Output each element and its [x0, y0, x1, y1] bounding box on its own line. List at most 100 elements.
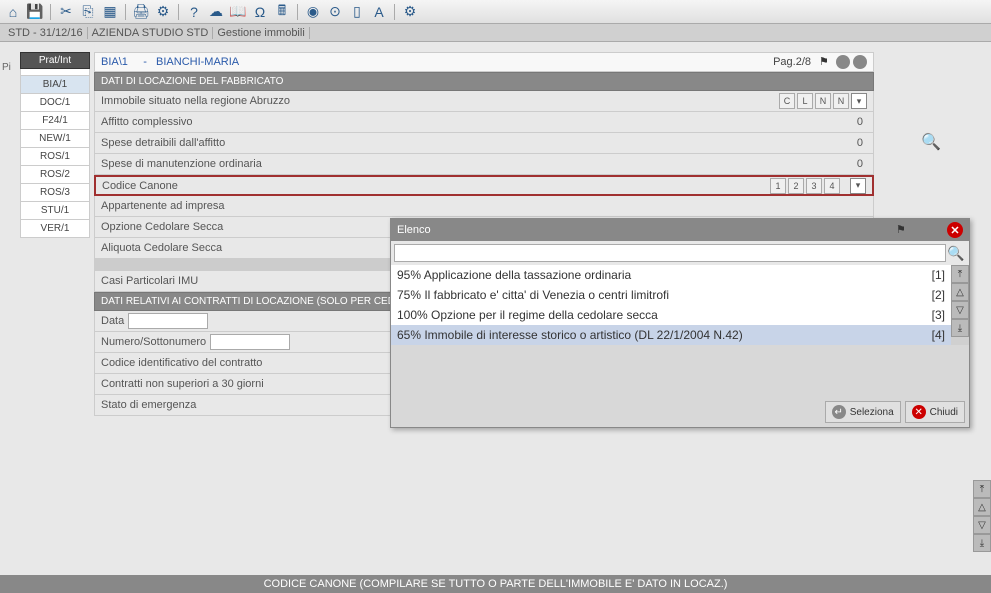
scroll-top-icon[interactable]: ⤒ [951, 265, 969, 283]
popup-item-4[interactable]: 65% Immobile di interesse storico o arti… [391, 325, 951, 345]
status-bar: CODICE CANONE (COMPILARE SE TUTTO O PART… [0, 575, 991, 593]
top-search-icon[interactable]: 🔍 [921, 132, 941, 152]
cell-n[interactable]: N [815, 93, 831, 109]
pin-icon[interactable]: ⚑ [819, 55, 833, 69]
cell-l[interactable]: L [797, 93, 813, 109]
client-name: BIANCHI-MARIA [156, 56, 239, 68]
section1-title: DATI DI LOCAZIONE DEL FABBRICATO [94, 72, 874, 91]
print-icon[interactable]: 🖨 [132, 3, 150, 21]
row-canone: Codice Canone 1 2 3 4 ▾ [94, 175, 874, 196]
client-sep: - [143, 56, 147, 68]
sidebar-item-bia1[interactable]: BIA/1 [20, 76, 90, 94]
elenco-popup: Elenco ⚑ ✕ 🔍 95% Applicazione della tass… [390, 218, 970, 428]
popup-item-3[interactable]: 100% Opzione per il regime della cedolar… [391, 305, 951, 325]
popup-close-icon[interactable]: ✕ [947, 222, 963, 238]
popup-pin-icon[interactable]: ⚑ [896, 223, 910, 237]
circle2-icon[interactable] [853, 55, 867, 69]
cell-n2[interactable]: N [833, 93, 849, 109]
scroll-bottom-icon[interactable]: ⤓ [951, 319, 969, 337]
breadcrumb-module: Gestione immobili [213, 27, 309, 39]
return-icon: ↵ [832, 405, 846, 419]
main-toolbar: ⌂ 💾 ✂ ⎘ ▦ 🖨 ⚙ ? ☁ 📖 Ω 🖩 ◉ ⊙ ▯ A ⚙ [0, 0, 991, 24]
client-code: BIA\1 [101, 56, 128, 68]
popup-search-input[interactable] [394, 244, 946, 262]
spese-man-value[interactable]: 0 [807, 158, 867, 170]
tool-icon[interactable]: ⚙ [154, 3, 172, 21]
popup-item-2[interactable]: 75% Il fabbricato e' citta' di Venezia o… [391, 285, 951, 305]
numero-input[interactable] [210, 334, 290, 350]
sidebar-item-stu1[interactable]: STU/1 [20, 202, 90, 220]
popup-item-1[interactable]: 95% Applicazione della tassazione ordina… [391, 265, 951, 285]
sidebar-item-ros1[interactable]: ROS/1 [20, 148, 90, 166]
breadcrumb: STD - 31/12/16 AZIENDA STUDIO STD Gestio… [0, 24, 991, 42]
a-icon[interactable]: A [370, 3, 388, 21]
calc-icon[interactable]: 🖩 [273, 3, 291, 21]
spese-man-label: Spese di manutenzione ordinaria [101, 158, 807, 170]
canone-3[interactable]: 3 [806, 178, 822, 194]
data-input[interactable] [128, 313, 208, 329]
sidebar-item-ros3[interactable]: ROS/3 [20, 184, 90, 202]
seleziona-button[interactable]: ↵ Seleziona [825, 401, 901, 423]
paste-icon[interactable]: ▦ [101, 3, 119, 21]
pi-label: Pi [2, 62, 11, 73]
omega-icon[interactable]: Ω [251, 3, 269, 21]
canone-4[interactable]: 4 [824, 178, 840, 194]
spese-det-label: Spese detraibili dall'affitto [101, 137, 807, 149]
scroll-up-icon[interactable]: △ [951, 283, 969, 301]
sidebar-item-ver1[interactable]: VER/1 [20, 220, 90, 238]
canone-1[interactable]: 1 [770, 178, 786, 194]
cell-c[interactable]: C [779, 93, 795, 109]
copy-icon[interactable]: ⎘ [79, 3, 97, 21]
row-immobile: Immobile situato nella regione Abruzzo C… [94, 91, 874, 112]
sidebar-item-blank[interactable] [20, 69, 90, 76]
breadcrumb-company: AZIENDA STUDIO STD [88, 27, 214, 39]
r-scroll-bottom-icon[interactable]: ⤓ [973, 534, 991, 552]
page-indicator: Pag.2/8 [773, 56, 811, 68]
scroll-down-icon[interactable]: ▽ [951, 301, 969, 319]
target-icon[interactable]: ◉ [304, 3, 322, 21]
r-scroll-up-icon[interactable]: △ [973, 498, 991, 516]
popup-footer: ↵ Seleziona ✕ Chiudi [391, 345, 969, 427]
cut-icon[interactable]: ✂ [57, 3, 75, 21]
row-spese-man: Spese di manutenzione ordinaria 0 [94, 154, 874, 175]
cloud-icon[interactable]: ☁ [207, 3, 225, 21]
circle1-icon[interactable] [836, 55, 850, 69]
impresa-label: Appartenente ad impresa [101, 200, 867, 212]
sidebar-item-new1[interactable]: NEW/1 [20, 130, 90, 148]
affitto-label: Affitto complessivo [101, 116, 807, 128]
popup-c2-icon[interactable] [930, 223, 944, 237]
row-spese-det: Spese detraibili dall'affitto 0 [94, 133, 874, 154]
help-icon[interactable]: ? [185, 3, 203, 21]
r-scroll-top-icon[interactable]: ⤒ [973, 480, 991, 498]
book-icon[interactable]: 📖 [229, 3, 247, 21]
row-affitto: Affitto complessivo 0 [94, 112, 874, 133]
row-impresa: Appartenente ad impresa [94, 196, 874, 217]
panel-header: BIA\1 - BIANCHI-MARIA Pag.2/8 ⚑ [94, 52, 874, 72]
popup-scroll: ⤒ △ ▽ ⤓ [951, 265, 969, 345]
sidebar: Prat/Int BIA/1 DOC/1 F24/1 NEW/1 ROS/1 R… [20, 52, 90, 238]
affitto-value[interactable]: 0 [807, 116, 867, 128]
data-label: Data [101, 315, 124, 327]
chiudi-button[interactable]: ✕ Chiudi [905, 401, 965, 423]
right-scroll: ⤒ △ ▽ ⤓ [973, 480, 991, 552]
popup-c1-icon[interactable] [913, 223, 927, 237]
sidebar-item-doc1[interactable]: DOC/1 [20, 94, 90, 112]
home-icon[interactable]: ⌂ [4, 3, 22, 21]
save-icon[interactable]: 💾 [26, 3, 44, 21]
popup-header: Elenco ⚑ ✕ [391, 219, 969, 241]
record-icon[interactable]: ⊙ [326, 3, 344, 21]
gear-icon[interactable]: ⚙ [401, 3, 419, 21]
doc-icon[interactable]: ▯ [348, 3, 366, 21]
dropdown-arrow-icon[interactable]: ▾ [851, 93, 867, 109]
sidebar-header: Prat/Int [20, 52, 90, 69]
search-icon[interactable]: 🔍 [946, 244, 966, 262]
canone-dropdown-icon[interactable]: ▾ [850, 178, 866, 194]
close-icon: ✕ [912, 405, 926, 419]
spese-det-value[interactable]: 0 [807, 137, 867, 149]
popup-title: Elenco [397, 224, 431, 236]
numero-label: Numero/Sottonumero [101, 336, 206, 348]
canone-2[interactable]: 2 [788, 178, 804, 194]
r-scroll-down-icon[interactable]: ▽ [973, 516, 991, 534]
sidebar-item-ros2[interactable]: ROS/2 [20, 166, 90, 184]
sidebar-item-f241[interactable]: F24/1 [20, 112, 90, 130]
